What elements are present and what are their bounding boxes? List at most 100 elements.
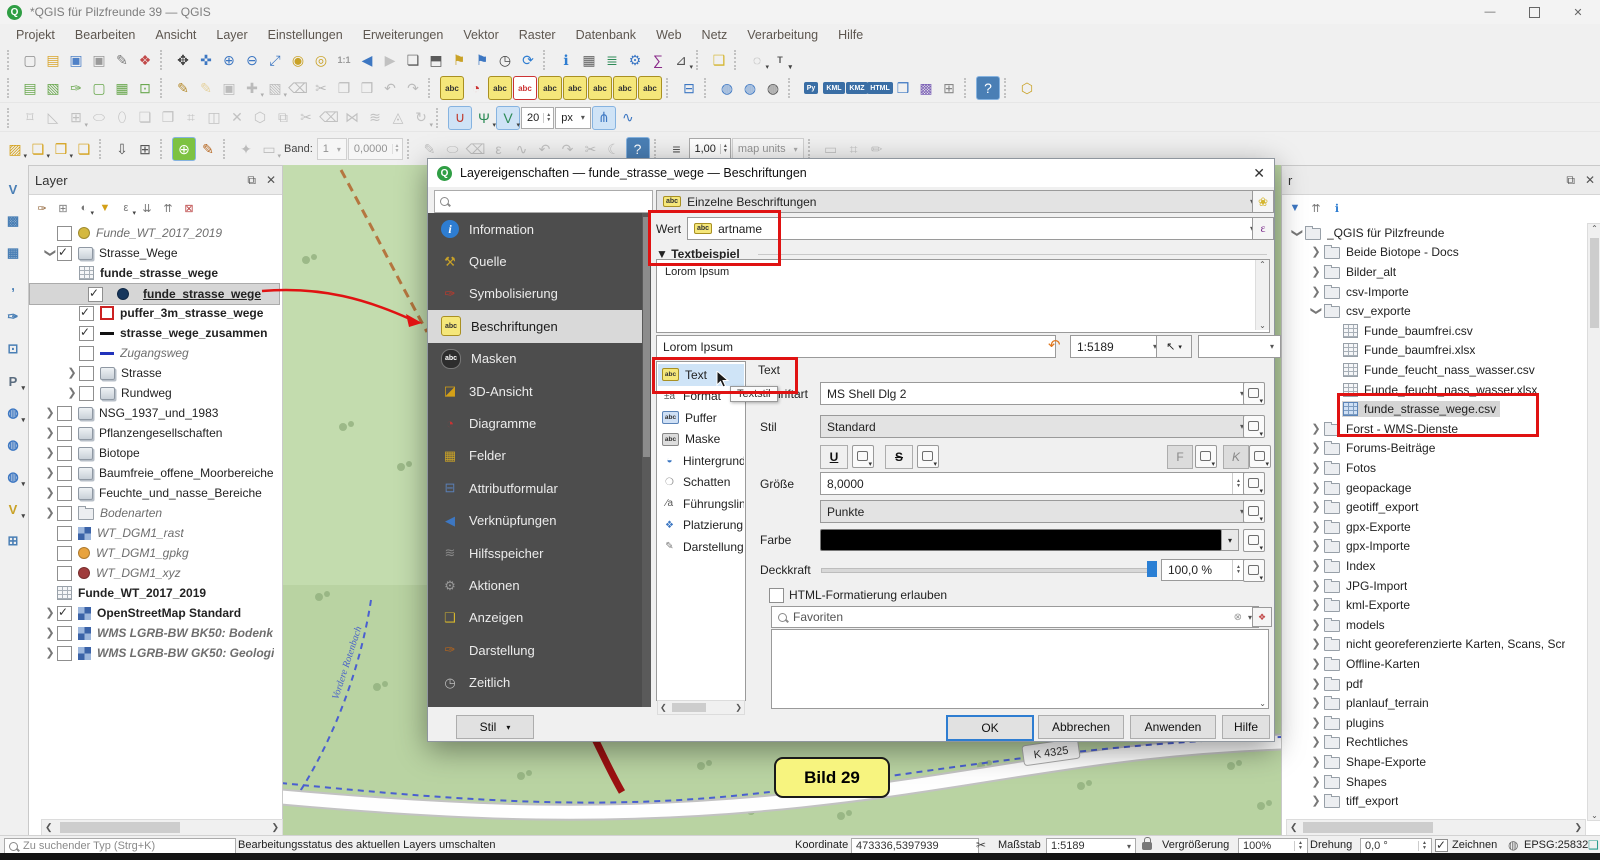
menu-layer[interactable]: Layer xyxy=(206,25,257,45)
expand-chevron-icon[interactable]: ❯ xyxy=(1309,443,1323,453)
expand-chevron-icon[interactable]: ❯ xyxy=(65,368,79,378)
tab-text[interactable]: abcText xyxy=(658,364,744,386)
search-geodata-icon[interactable]: ◍ xyxy=(762,77,784,99)
browser-tree-item[interactable]: ❯Index xyxy=(1282,556,1585,576)
layer-labeling-options-icon[interactable]: abc xyxy=(440,76,464,100)
expand-chevron-icon[interactable]: ❯ xyxy=(1309,483,1323,493)
layer-tree-item[interactable]: WT_DGM1_rast xyxy=(29,523,280,543)
add-raster-layer-icon[interactable]: ▩ xyxy=(2,210,24,232)
menu-projekt[interactable]: Projekt xyxy=(6,25,65,45)
browser-tree-item[interactable]: ❯Bilder_alt xyxy=(1282,262,1585,282)
hilfe-button[interactable]: Hilfe xyxy=(1222,715,1270,739)
snapping-unit-select[interactable]: px▾ xyxy=(555,107,591,129)
bold-button[interactable]: F xyxy=(1167,445,1193,469)
tab-darstellung[interactable]: ✎Darstellung xyxy=(658,536,744,558)
new-map-view-icon[interactable]: ❏ xyxy=(402,49,424,71)
menu-netz[interactable]: Netz xyxy=(692,25,738,45)
browser-panel-hscrollbar[interactable]: ❮ ❯ xyxy=(1286,819,1586,836)
browser-tree-item[interactable]: ❯gpx-Importe xyxy=(1282,537,1585,557)
new-3d-map-view-icon[interactable]: ⬒ xyxy=(425,49,447,71)
snapping-mode-icon[interactable]: Ψ▾ xyxy=(473,107,495,129)
python-console-icon[interactable]: Py xyxy=(800,77,822,99)
farbe-color-button[interactable] xyxy=(820,529,1222,551)
layer-visibility-checkbox[interactable] xyxy=(57,406,72,421)
collapse-all-icon[interactable]: ⇈ xyxy=(159,199,177,217)
vector-geometry-tool-icon[interactable]: ⬡ xyxy=(1016,77,1038,99)
layer-visibility-checkbox[interactable] xyxy=(57,466,72,481)
stil-select[interactable]: Standard▾ xyxy=(820,415,1251,438)
show-hide-labels-icon[interactable]: abc xyxy=(563,76,587,100)
dialog-close-icon[interactable]: ✕ xyxy=(1253,165,1265,182)
zoom-resolution-icon[interactable]: ⊕ xyxy=(172,137,196,161)
layer-visibility-checkbox[interactable] xyxy=(57,486,72,501)
ok-button[interactable]: OK xyxy=(946,715,1034,741)
expand-chevron-icon[interactable]: ❯ xyxy=(1309,247,1323,257)
browser-tree-item[interactable]: ❯tiff_export xyxy=(1282,791,1585,811)
add-wms-layer-icon[interactable]: ◍▾ xyxy=(2,402,24,424)
deckkraft-spin[interactable]: 100,0 %▲▼ xyxy=(1161,559,1245,581)
layer-visibility-checkbox[interactable] xyxy=(79,366,94,381)
expand-chevron-icon[interactable]: ❯ xyxy=(1309,561,1323,571)
browser-tree-item[interactable]: ❯planlauf_terrain xyxy=(1282,693,1585,713)
expand-chevron-icon[interactable]: ❯ xyxy=(1309,796,1323,806)
browser-panel-vscrollbar[interactable]: ⌃ ⌄ xyxy=(1587,223,1600,821)
sidebar-item-beschriftungen[interactable]: abcBeschriftungen xyxy=(428,310,642,342)
menu-datenbank[interactable]: Datenbank xyxy=(566,25,646,45)
expression-button[interactable]: ε xyxy=(1252,217,1274,240)
expand-all-icon[interactable]: ⇊ xyxy=(138,199,156,217)
labeling-mode-select[interactable]: abc Einzelne Beschriftungen▾ xyxy=(656,190,1261,213)
help-contents-icon[interactable]: ? xyxy=(976,76,1000,100)
layer-visibility-checkbox[interactable] xyxy=(79,326,94,341)
expand-chevron-icon[interactable]: ❯ xyxy=(43,508,57,518)
layer-tree-item[interactable]: ❯Feuchte_und_nasse_Bereiche xyxy=(29,483,280,503)
expand-chevron-icon[interactable]: ❯ xyxy=(1309,620,1323,630)
expand-chevron-icon[interactable]: ❯ xyxy=(1309,287,1323,297)
line-width-icon[interactable]: ≡ xyxy=(666,138,688,160)
expand-chevron-icon[interactable]: ❯ xyxy=(1309,757,1323,767)
new-geopackage-layer-icon[interactable]: ▤ xyxy=(19,77,41,99)
sidebar-item-diagramme[interactable]: ◔Diagramme xyxy=(428,407,642,439)
getfeatureinfo-icon[interactable]: ❒ xyxy=(892,77,914,99)
browser-tree-item[interactable]: Funde_feucht_nass_wasser.csv xyxy=(1282,360,1585,380)
messages-icon[interactable]: ❑ xyxy=(1588,838,1599,852)
new-virtual-layer-icon[interactable]: ⊡ xyxy=(134,77,156,99)
show-bookmarks-icon[interactable]: ⚑ xyxy=(471,49,493,71)
zoom-to-layer-icon[interactable]: ◎ xyxy=(310,49,332,71)
data-defined-override-button[interactable] xyxy=(852,445,874,468)
capture-area-icon[interactable]: ⊞ xyxy=(134,138,156,160)
download-features-icon[interactable]: ⇩ xyxy=(111,138,133,160)
layer-visibility-checkbox[interactable] xyxy=(57,506,72,521)
layer-tree-item[interactable]: ❯Bodenarten xyxy=(29,503,280,523)
metasearch-icon[interactable]: ◍ xyxy=(716,77,738,99)
layer-visibility-checkbox[interactable] xyxy=(88,287,103,302)
layer-tree-item[interactable]: ❯Baumfreie_offene_Moorbereiche xyxy=(29,463,280,483)
browser-tree-item[interactable]: ❯pdf xyxy=(1282,674,1585,694)
style-menu-button[interactable]: Stil▾ xyxy=(456,715,534,739)
tracing-icon[interactable]: ∿ xyxy=(617,107,639,129)
layer-visibility-checkbox[interactable] xyxy=(57,526,72,541)
identify-features-icon[interactable]: ℹ xyxy=(555,49,577,71)
layer-panel-hscrollbar[interactable]: ❮ ❯ xyxy=(41,819,283,836)
layer-tree-item[interactable]: Funde_WT_2017_2019 xyxy=(29,223,280,243)
project-properties-icon[interactable]: ✎ xyxy=(111,49,133,71)
layer-visibility-checkbox[interactable] xyxy=(79,386,94,401)
add-wfs-layer-icon[interactable]: ◍▾ xyxy=(2,466,24,488)
vergroesserung-spin[interactable]: 100%▲▼ xyxy=(1238,838,1308,854)
browser-tree-item[interactable]: ❯Forums-Beiträge xyxy=(1282,439,1585,459)
add-wms-service-icon[interactable]: ◍ xyxy=(739,77,761,99)
automated-placement-button[interactable]: ❀ xyxy=(1252,190,1274,213)
layer-tree-item[interactable]: ❯WMS LGRB-BW BK50: Bodenk xyxy=(29,623,280,643)
filter-by-expression-icon[interactable]: ε▾ xyxy=(117,199,135,217)
anwenden-button[interactable]: Anwenden xyxy=(1130,715,1216,739)
layer-tree-item[interactable]: ❯WMS LGRB-BW GK50: Geologi xyxy=(29,643,280,663)
expand-chevron-icon[interactable]: ❯ xyxy=(1309,424,1323,434)
kml-export-icon[interactable]: KML xyxy=(823,77,845,99)
add-wcs-layer-icon[interactable]: ◍ xyxy=(2,434,24,456)
layer-visibility-checkbox[interactable] xyxy=(57,566,72,581)
browser-tree-item[interactable]: ❯_QGIS für Pilzfreunde xyxy=(1282,223,1585,243)
data-defined-override-button[interactable] xyxy=(917,445,939,468)
expand-chevron-icon[interactable]: ❯ xyxy=(1309,463,1323,473)
copy-label-style-icon[interactable]: abc xyxy=(638,76,662,100)
text-annotation-icon[interactable]: T▾ xyxy=(769,49,791,71)
manage-map-themes-icon[interactable]: ◐▾ xyxy=(75,199,93,217)
